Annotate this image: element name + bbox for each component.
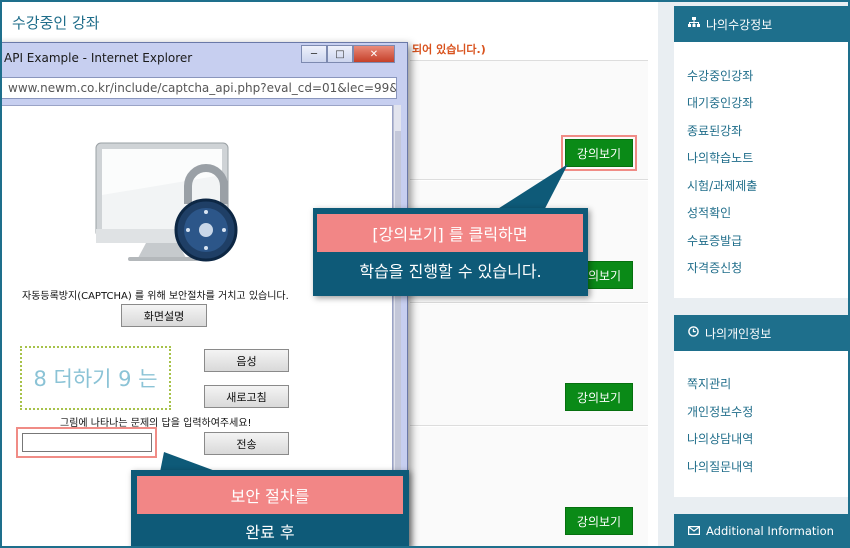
window-title: API Example - Internet Explorer [4,51,193,65]
captcha-image: 8 더하기 9 는 [20,346,171,410]
panel-header-personal-info: 나의개인정보 [674,315,848,351]
sidebar-link[interactable]: 자격증신청 [687,259,742,276]
sidebar-link[interactable]: 나의상담내역 [687,430,753,447]
page-title: 수강중인 강좌 [12,14,100,32]
panel-title: 나의개인정보 [705,326,772,341]
close-icon[interactable]: ✕ [353,45,395,63]
callout-highlight: [강의보기] 를 클릭하면 [317,214,583,252]
captcha-answer-input[interactable] [22,433,152,452]
minimize-icon[interactable]: ─ [301,45,327,63]
address-bar[interactable]: www.newm.co.kr/include/captcha_api.php?e… [1,77,397,99]
sidebar-link[interactable]: 나의질문내역 [687,458,753,475]
sidebar-link[interactable]: 시험/과제제출 [687,177,757,194]
panel-title: 나의수강정보 [706,17,773,32]
view-lecture-button[interactable]: 강의보기 [565,507,633,535]
view-lecture-button[interactable]: 강의보기 [565,139,633,167]
window-controls: ─ □ ✕ [301,45,395,63]
callout-text: 완료 후 [245,523,295,542]
view-lecture-button[interactable]: 강의보기 [565,383,633,411]
panel-header-additional-info: Additional Information [674,514,848,548]
callout-view-lecture: [강의보기] 를 클릭하면 학습을 진행할 수 있습니다. [313,208,588,296]
submit-button[interactable]: 전송 [204,432,289,455]
callout-highlight: 보안 절차를 [137,476,403,514]
notice-text: 되어 있습니다.) [412,43,486,56]
sitemap-icon [688,17,700,31]
clock-icon [688,326,699,340]
sidebar-link[interactable]: 대기중인강좌 [687,94,753,111]
sidebar-link[interactable]: 종료된강좌 [687,122,742,139]
panel-title: Additional Information [706,524,834,538]
sidebar-link[interactable]: 수강중인강좌 [687,67,753,84]
panel-body [674,351,848,497]
callout-complete-security: 보안 절차를 완료 후 [131,470,409,548]
callout-text: 학습을 진행할 수 있습니다. [359,262,542,281]
maximize-icon[interactable]: □ [327,45,353,63]
sidebar-link[interactable]: 수료증발급 [687,232,742,249]
envelope-icon [688,525,701,538]
sidebar-link[interactable]: 쪽지관리 [687,375,731,392]
sidebar-link[interactable]: 성적확인 [687,204,731,221]
screen-description-button[interactable]: 화면설명 [121,304,207,327]
sidebar-link[interactable]: 개인정보수정 [687,403,753,420]
panel-header-course-info: 나의수강정보 [674,6,848,42]
voice-button[interactable]: 음성 [204,349,289,372]
sidebar-link[interactable]: 나의학습노트 [687,149,753,166]
captcha-description: 자동등록방지(CAPTCHA) 를 위해 보안절차를 거치고 있습니다. [22,291,289,302]
refresh-button[interactable]: 새로고침 [204,385,289,408]
